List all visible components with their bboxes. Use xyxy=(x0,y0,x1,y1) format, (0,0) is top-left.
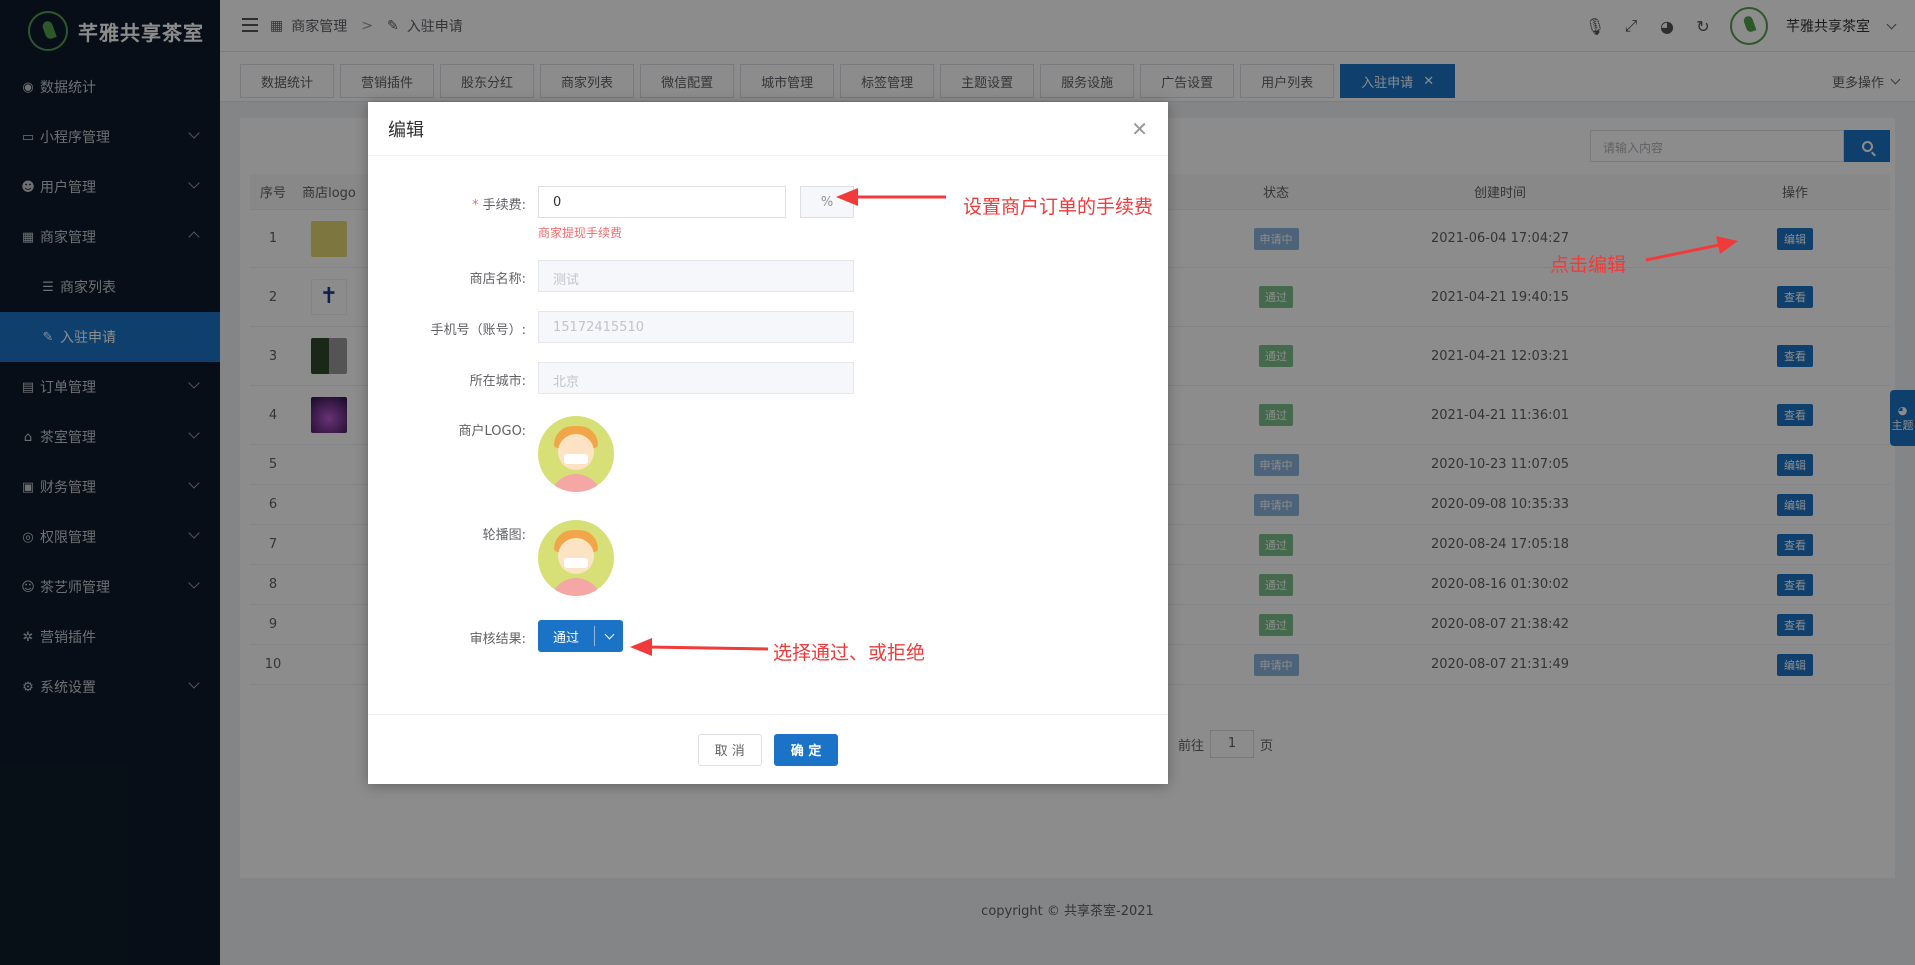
dialog-header: 编辑 ✕ xyxy=(368,102,1168,156)
dialog-title: 编辑 xyxy=(388,119,424,141)
fee-hint: 商家提现手续费 xyxy=(538,226,623,240)
city-label: 所在城市: xyxy=(469,374,526,389)
annotation-review: 选择通过、或拒绝 xyxy=(773,642,926,664)
annotation-fee: 设置商户订单的手续费 xyxy=(963,196,1154,218)
chevron-down-icon[interactable] xyxy=(595,629,623,639)
phone-label: 手机号（账号）: xyxy=(430,323,526,338)
annotation-arrow-review xyxy=(630,638,769,656)
annotation-arrow-edit xyxy=(1645,236,1738,262)
shop-name-label: 商店名称: xyxy=(469,272,526,287)
city-field: 北京 xyxy=(538,362,854,394)
fee-input[interactable]: 0 xyxy=(538,186,786,218)
carousel-image[interactable] xyxy=(538,520,614,596)
dialog-body: * 手续费: 0 % 商家提现手续费 商店名称: 测试 手机号（账号）: 1517… xyxy=(368,156,1168,714)
review-result-dropdown[interactable]: 通过 xyxy=(538,620,623,652)
confirm-button[interactable]: 确 定 xyxy=(773,733,839,766)
cancel-button[interactable]: 取 消 xyxy=(697,733,762,766)
merchant-logo-image[interactable] xyxy=(538,416,614,492)
annotation-arrow-fee xyxy=(836,188,946,206)
fee-label: * 手续费: xyxy=(472,198,526,213)
logo-label: 商户LOGO: xyxy=(458,424,526,439)
phone-field: 15172415510 xyxy=(538,311,854,343)
dialog-footer: 取 消 确 定 xyxy=(368,714,1168,784)
shop-name-field: 测试 xyxy=(538,260,854,292)
carousel-label: 轮播图: xyxy=(482,528,526,543)
review-label: 审核结果: xyxy=(469,632,526,647)
close-icon[interactable]: ✕ xyxy=(1131,117,1148,141)
annotation-edit: 点击编辑 xyxy=(1550,254,1627,276)
